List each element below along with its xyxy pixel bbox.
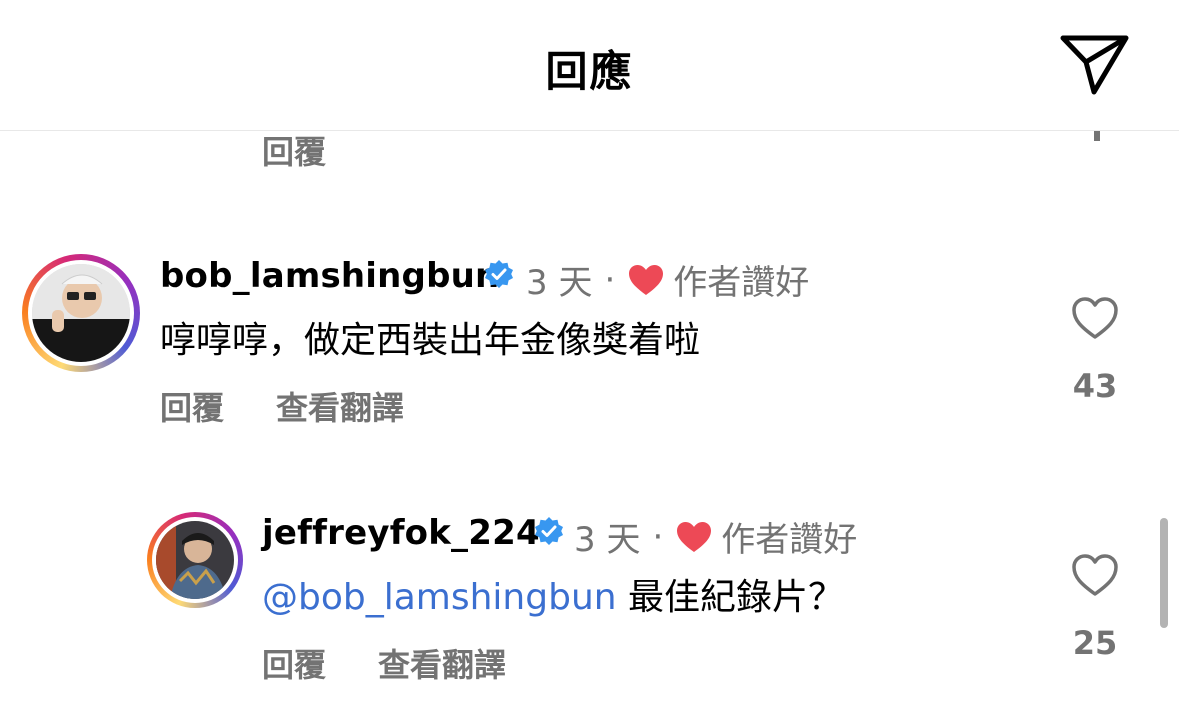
comment-time: 3 天 xyxy=(526,263,593,303)
avatar xyxy=(156,521,234,599)
comment-actions: 回覆 查看翻譯 xyxy=(160,383,456,429)
scrollbar[interactable] xyxy=(1160,518,1168,628)
comment-text: @bob_lamshingbun 最佳紀錄片？ xyxy=(262,568,844,620)
page-title: 回應 xyxy=(545,47,634,96)
previous-reply-button[interactable]: 回覆 xyxy=(262,131,326,173)
comment-actions: 回覆 查看翻譯 xyxy=(262,640,558,686)
comment-body: 最佳紀錄片？ xyxy=(616,577,845,618)
meta-separator: · xyxy=(652,516,664,557)
author-liked-label: 作者讚好 xyxy=(721,520,858,560)
comment-list: 回覆 bob_lamshingbun 3 天 · 作者讚好 啍啍啍，做定西裝出年… xyxy=(0,131,1179,718)
heart-outline-icon[interactable] xyxy=(1071,553,1119,597)
like-count: 25 xyxy=(1072,624,1118,662)
reply-button[interactable]: 回覆 xyxy=(160,389,224,427)
reply-button[interactable]: 回覆 xyxy=(262,646,326,684)
comment-meta: 3 天 · 作者讚好 xyxy=(574,512,857,561)
heart-filled-icon xyxy=(677,521,712,552)
avatar-ring[interactable] xyxy=(22,254,140,372)
avatar xyxy=(32,264,130,362)
comment-meta: 3 天 · 作者讚好 xyxy=(526,255,809,304)
see-translation-button[interactable]: 查看翻譯 xyxy=(276,389,404,427)
header: 回應 xyxy=(0,0,1179,131)
comment-time: 3 天 xyxy=(574,520,641,560)
see-translation-button[interactable]: 查看翻譯 xyxy=(378,646,506,684)
send-icon[interactable] xyxy=(1058,32,1132,96)
comment-username[interactable]: bob_lamshingbun xyxy=(160,256,499,296)
verified-badge-icon xyxy=(535,517,563,545)
comment-username[interactable]: jeffreyfok_224 xyxy=(262,513,540,553)
verified-badge-icon xyxy=(485,260,513,288)
previous-like-count xyxy=(1094,131,1100,141)
heart-outline-icon[interactable] xyxy=(1071,296,1119,340)
like-count: 43 xyxy=(1072,367,1118,405)
author-liked-label: 作者讚好 xyxy=(673,263,810,303)
meta-separator: · xyxy=(604,259,616,300)
comment-text: 啍啍啍，做定西裝出年金像獎着啦 xyxy=(160,320,701,361)
heart-filled-icon xyxy=(629,264,664,295)
mention-link[interactable]: @bob_lamshingbun xyxy=(262,577,617,618)
avatar-ring[interactable] xyxy=(147,512,243,608)
